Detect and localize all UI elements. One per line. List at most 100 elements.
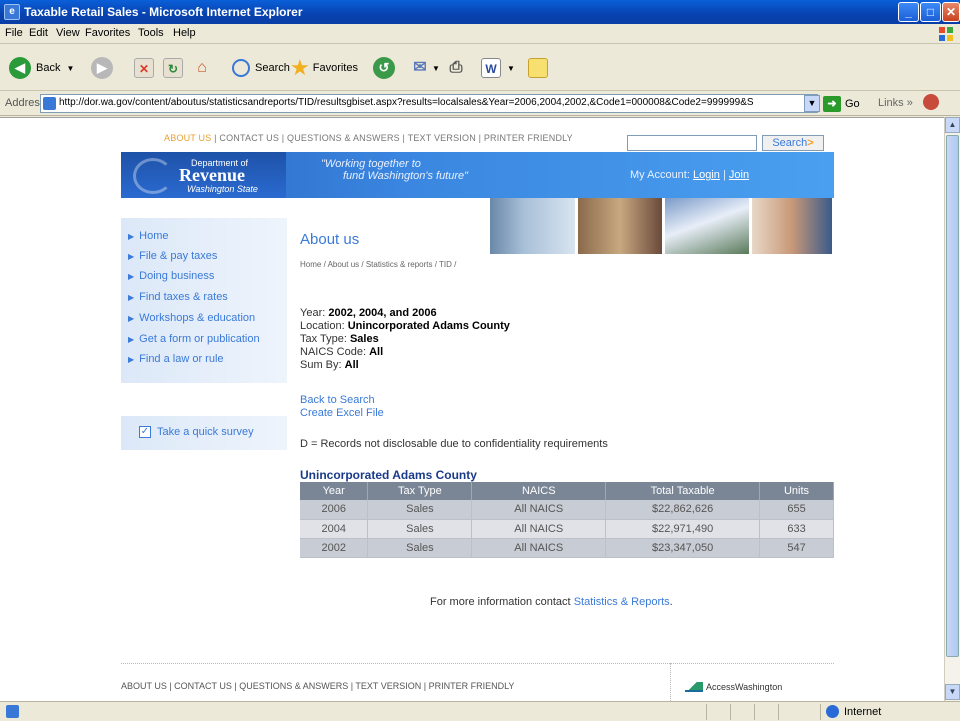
star-icon: ★ [290, 55, 310, 80]
home-button[interactable]: ⌂ [192, 56, 212, 80]
scroll-thumb[interactable] [946, 135, 959, 657]
access-washington-logo[interactable]: AccessWashington [685, 682, 782, 692]
nav-forms[interactable]: ▶ Get a form or publication [128, 333, 260, 345]
statistics-reports-link[interactable]: Statistics & Reports [574, 596, 670, 608]
nav-doing-business[interactable]: ▶ Doing business [128, 270, 214, 282]
word-icon: W [481, 58, 501, 78]
forward-button[interactable]: ▶ [91, 56, 113, 80]
maximize-button[interactable]: □ [920, 2, 941, 22]
print-button[interactable]: ⎙ [446, 56, 466, 80]
globe-icon [826, 705, 839, 718]
links-button[interactable]: Links » [878, 97, 913, 109]
query-year-value: 2002, 2004, and 2006 [328, 307, 437, 319]
header-photos [490, 198, 835, 254]
top-link-contact[interactable]: CONTACT US [219, 133, 279, 143]
nav-find-taxes-label: Find taxes & rates [139, 291, 228, 303]
cell-tax-type: Sales [367, 500, 473, 520]
windows-logo-icon [939, 27, 953, 41]
back-button[interactable]: ◀ Back ▼ [9, 56, 74, 80]
menu-file[interactable]: File [5, 27, 23, 39]
status-bar: Internet [0, 701, 960, 721]
nav-law[interactable]: ▶ Find a law or rule [128, 353, 224, 365]
site-search-button[interactable]: Search> [762, 135, 824, 151]
top-link-printer[interactable]: PRINTER FRIENDLY [484, 133, 573, 143]
address-dropdown-icon[interactable]: ▼ [804, 95, 820, 112]
toolbar-extension-icon[interactable] [923, 94, 939, 110]
home-icon: ⌂ [197, 59, 207, 76]
join-link[interactable]: Join [729, 169, 749, 181]
address-input[interactable]: http://dor.wa.gov/content/aboutus/statis… [40, 94, 818, 113]
cell-total-taxable: $22,862,626 [605, 500, 761, 520]
chevron-down-icon: ▼ [66, 63, 75, 73]
cell-units: 633 [759, 519, 834, 539]
mountain-photo [664, 198, 750, 254]
top-links: ABOUT US | CONTACT US | QUESTIONS & ANSW… [164, 133, 573, 143]
magnifier-icon [232, 59, 250, 77]
create-excel-link[interactable]: Create Excel File [300, 407, 384, 419]
cell-total-taxable: $22,971,490 [605, 519, 761, 539]
vertical-scrollbar[interactable]: ▲ ▼ [944, 117, 960, 701]
results-table: Year Tax Type NAICS Total Taxable Units … [300, 482, 834, 558]
status-divider [730, 704, 731, 720]
contact-line: For more information contact Statistics … [430, 596, 673, 608]
site-search-input[interactable] [627, 135, 757, 151]
close-button[interactable]: ✕ [942, 2, 960, 22]
survey-link[interactable]: ✓ Take a quick survey [121, 416, 287, 450]
cell-naics: All NAICS [471, 538, 607, 558]
nav-file-pay[interactable]: ▶ File & pay taxes [128, 250, 217, 262]
nav-workshops[interactable]: ▶ Workshops & education [128, 312, 255, 324]
footer-links[interactable]: ABOUT US | CONTACT US | QUESTIONS & ANSW… [121, 681, 514, 691]
chevron-right-icon: ▶ [128, 355, 135, 364]
menu-view[interactable]: View [56, 27, 80, 39]
back-to-search-link[interactable]: Back to Search [300, 394, 375, 406]
top-link-qa[interactable]: QUESTIONS & ANSWERS [287, 133, 400, 143]
note-icon [528, 58, 548, 78]
menu-favorites[interactable]: Favorites [85, 27, 130, 39]
cell-naics: All NAICS [471, 519, 607, 539]
address-bar: Address http://dor.wa.gov/content/aboutu… [0, 91, 960, 116]
survey-label: Take a quick survey [157, 426, 254, 438]
edit-button[interactable]: W ▼ [481, 56, 515, 80]
menu-edit[interactable]: Edit [29, 27, 48, 39]
cell-tax-type: Sales [367, 538, 473, 558]
refresh-button[interactable]: ↻ [163, 56, 183, 80]
cell-total-taxable: $23,347,050 [605, 538, 761, 558]
header-naics: NAICS [471, 482, 607, 500]
history-button[interactable]: ↺ [373, 56, 395, 80]
menu-tools[interactable]: Tools [138, 27, 164, 39]
arrow-right-icon: > [807, 137, 814, 149]
nav-forms-label: Get a form or publication [139, 333, 260, 345]
nav-law-label: Find a law or rule [139, 353, 224, 365]
favorites-button[interactable]: ★ Favorites [290, 55, 358, 80]
mountain-logo-icon [685, 682, 703, 692]
status-divider [820, 704, 821, 720]
query-sum-by: Sum By: All [300, 359, 359, 371]
stop-button[interactable]: ✕ [134, 56, 154, 80]
login-link[interactable]: Login [693, 169, 720, 181]
scroll-up-icon[interactable]: ▲ [945, 117, 960, 133]
menu-help[interactable]: Help [173, 27, 196, 39]
nav-doing-business-label: Doing business [139, 270, 215, 282]
logo-line-2: Revenue [179, 165, 245, 185]
scroll-down-icon[interactable]: ▼ [945, 684, 960, 700]
cell-year: 2002 [300, 538, 369, 558]
nav-file-pay-label: File & pay taxes [139, 250, 218, 262]
query-sum-by-label: Sum By: [300, 359, 342, 371]
top-link-text-version[interactable]: TEXT VERSION [408, 133, 476, 143]
messenger-button[interactable] [528, 56, 548, 80]
top-link-about[interactable]: ABOUT US [164, 133, 211, 143]
stop-icon: ✕ [134, 58, 154, 78]
minimize-button[interactable]: _ [898, 2, 919, 22]
menu-bar: File Edit View Favorites Tools Help [0, 24, 960, 44]
header-units: Units [759, 482, 834, 500]
search-toolbar-button[interactable]: Search [232, 56, 290, 80]
nav-home[interactable]: ▶ Home [128, 230, 169, 242]
chevron-down-icon: ▼ [507, 63, 515, 73]
tagline-line-2: fund Washington's future" [343, 170, 469, 182]
go-button[interactable]: ➜ Go [823, 95, 860, 113]
page-status-icon [6, 705, 19, 718]
mail-button[interactable]: ✉ ▼ [410, 56, 440, 80]
nav-find-taxes[interactable]: ▶ Find taxes & rates [128, 291, 228, 303]
dor-logo[interactable]: Department of Revenue Washington State [121, 152, 286, 198]
printer-icon: ⎙ [449, 59, 463, 76]
